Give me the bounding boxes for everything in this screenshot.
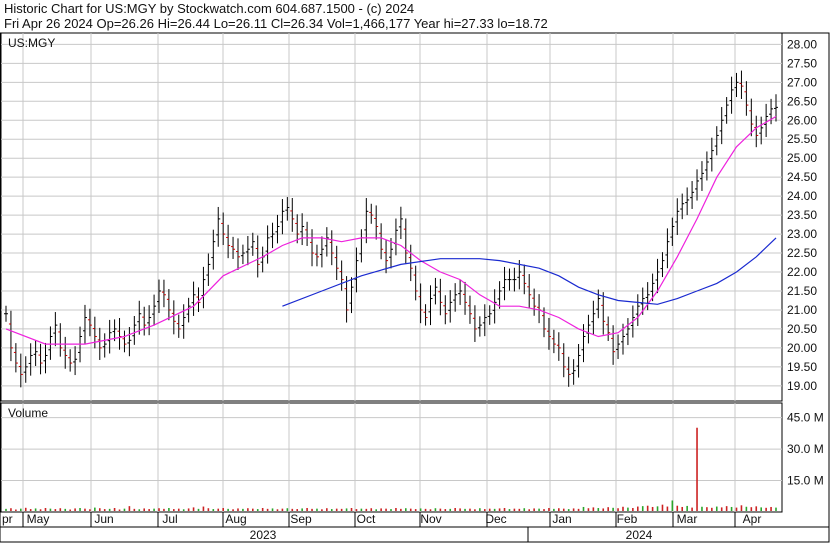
volume-panel-frame (0, 402, 783, 513)
x-month-label: Sep (290, 512, 312, 526)
x-month-label: Aug (225, 512, 246, 526)
price-tick-label: 20.50 (787, 322, 817, 336)
price-tick-label: 28.00 (787, 37, 817, 51)
price-tick-label: 25.50 (787, 132, 817, 146)
x-month-label: Jun (94, 512, 113, 526)
chart-canvas: 19.00 19.50 20.00 20.50 21.00 21.50 22.00 22.50… (0, 32, 830, 543)
volume-tick-label: 15.0 M (787, 474, 824, 488)
price-panel-title: US:MGY (8, 36, 55, 50)
price-tick-label: 23.50 (787, 208, 817, 222)
x-month-label: Feb (617, 512, 638, 526)
volume-tick-label: 30.0 M (787, 442, 824, 456)
year-label: 2024 (626, 528, 653, 542)
price-tick-label: 25.00 (787, 151, 817, 165)
price-tick-label: 21.50 (787, 284, 817, 298)
price-tick-label: 27.50 (787, 56, 817, 70)
price-tick-label: 19.50 (787, 360, 817, 374)
price-tick-label: 27.00 (787, 75, 817, 89)
price-tick-label: 24.50 (787, 170, 817, 184)
x-month-label: May (27, 512, 50, 526)
x-month-label: Jan (552, 512, 571, 526)
x-month-label: Jul (162, 512, 177, 526)
price-panel-frame (0, 32, 783, 402)
price-tick-label: 19.00 (787, 379, 817, 393)
x-month-label: Oct (357, 512, 376, 526)
chart-stage: Historic Chart for US:MGY by Stockwatch.… (0, 0, 830, 543)
x-month-label: Apr (743, 512, 762, 526)
x-month-label: Nov (420, 512, 441, 526)
x-month-label: pr (2, 512, 13, 526)
x-month-label: Dec (485, 512, 506, 526)
x-month-label: Mar (677, 512, 698, 526)
price-tick-label: 22.50 (787, 246, 817, 260)
price-tick-label: 21.00 (787, 303, 817, 317)
price-tick-label: 26.00 (787, 113, 817, 127)
year-label: 2023 (250, 528, 277, 542)
price-tick-label: 26.50 (787, 94, 817, 108)
price-tick-label: 23.00 (787, 227, 817, 241)
volume-tick-label: 45.0 M (787, 411, 824, 425)
price-tick-label: 20.00 (787, 341, 817, 355)
price-tick-label: 22.00 (787, 265, 817, 279)
price-tick-label: 24.00 (787, 189, 817, 203)
